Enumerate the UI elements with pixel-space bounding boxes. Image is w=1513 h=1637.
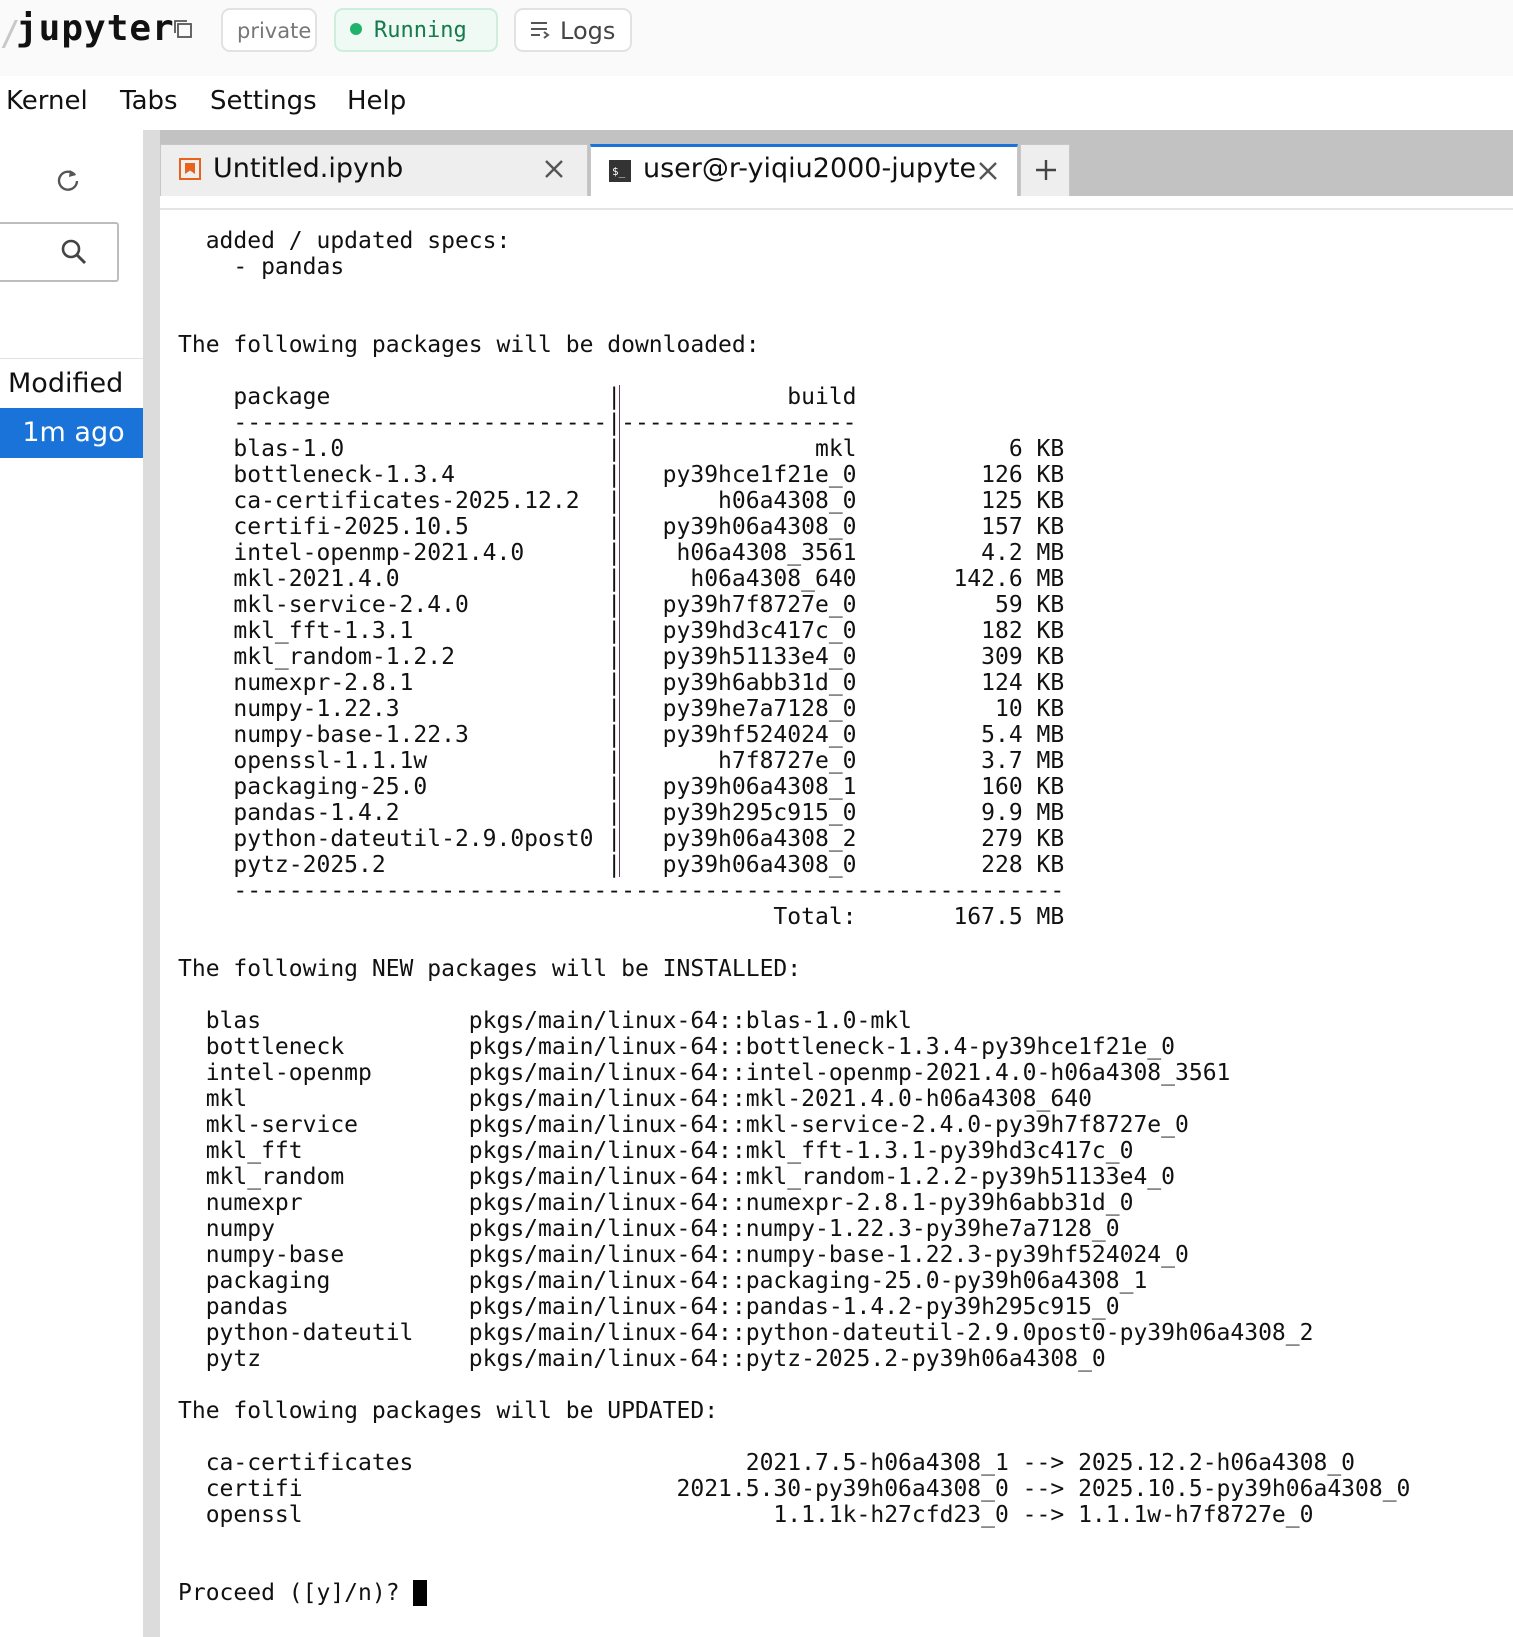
terminal-line: numexpr pkgs/main/linux-64::numexpr-2.8.… — [178, 1190, 1134, 1216]
close-icon[interactable] — [543, 158, 565, 180]
terminal-line: package | build — [178, 384, 857, 410]
terminal-line: Total: 167.5 MB — [178, 904, 1065, 930]
terminal-line: pytz-2025.2 | py39h06a4308_0 228 KB — [178, 852, 1065, 878]
terminal-prompt: Proceed ([y]/n)? — [178, 1580, 414, 1606]
app-title[interactable]: jupyter — [16, 8, 175, 49]
file-browser-sidebar: Modified 1m ago — [0, 130, 143, 1637]
terminal-line: mkl_random-1.2.2 | py39h51133e4_0 309 KB — [178, 644, 1065, 670]
terminal-line: mkl-service-2.4.0 | py39h7f8727e_0 59 KB — [178, 592, 1065, 618]
terminal-line: intel-openmp-2021.4.0 | h06a4308_3561 4.… — [178, 540, 1065, 566]
terminal-line: The following packages will be UPDATED: — [178, 1398, 719, 1424]
status-dot-icon — [350, 23, 362, 35]
terminal-line: packaging pkgs/main/linux-64::packaging-… — [178, 1268, 1148, 1294]
terminal-line: mkl pkgs/main/linux-64::mkl-2021.4.0-h06… — [178, 1086, 1092, 1112]
visibility-badge-label: private — [237, 19, 312, 43]
search-icon — [61, 239, 87, 265]
table-column-divider — [619, 385, 620, 877]
menu-bar: Kernel Tabs Settings Help — [0, 76, 1513, 130]
terminal-line: The following NEW packages will be INSTA… — [178, 956, 802, 982]
menu-kernel[interactable]: Kernel — [6, 86, 88, 116]
terminal-line: intel-openmp pkgs/main/linux-64::intel-o… — [178, 1060, 1231, 1086]
notebook-icon — [179, 158, 201, 180]
terminal-cursor — [413, 1580, 428, 1606]
terminal-line: mkl_fft-1.3.1 | py39hd3c417c_0 182 KB — [178, 618, 1065, 644]
new-tab-button[interactable] — [1020, 144, 1070, 196]
terminal-line: mkl_fft pkgs/main/linux-64::mkl_fft-1.3.… — [178, 1138, 1134, 1164]
terminal-line: numpy-1.22.3 | py39he7a7128_0 10 KB — [178, 696, 1065, 722]
terminal-line: numpy-base pkgs/main/linux-64::numpy-bas… — [178, 1242, 1189, 1268]
terminal-line: bottleneck-1.3.4 | py39hce1f21e_0 126 KB — [178, 462, 1065, 488]
terminal-line: bottleneck pkgs/main/linux-64::bottlenec… — [178, 1034, 1175, 1060]
close-icon[interactable] — [977, 160, 999, 182]
status-badge-label: Running — [374, 18, 467, 43]
terminal-line: packaging-25.0 | py39h06a4308_1 160 KB — [178, 774, 1065, 800]
copy-icon[interactable] — [172, 18, 194, 40]
status-badge: Running — [334, 8, 498, 52]
menu-tabs[interactable]: Tabs — [120, 86, 178, 116]
refresh-icon[interactable] — [54, 166, 82, 194]
terminal-line: The following packages will be downloade… — [178, 332, 760, 358]
terminal-line: ca-certificates 2021.7.5-h06a4308_1 --> … — [178, 1450, 1356, 1476]
file-search-input[interactable] — [0, 222, 119, 282]
terminal-line: added / updated specs: — [178, 228, 511, 254]
svg-text:$_: $_ — [612, 165, 626, 178]
logs-button[interactable]: Logs — [514, 8, 632, 52]
terminal-line: openssl-1.1.1w | h7f8727e_0 3.7 MB — [178, 748, 1065, 774]
menu-settings[interactable]: Settings — [210, 86, 317, 116]
terminal-line: python-dateutil pkgs/main/linux-64::pyth… — [178, 1320, 1314, 1346]
terminal-output: added / updated specs: - pandas The foll… — [178, 228, 1410, 1606]
logs-button-label: Logs — [560, 17, 616, 45]
terminal-line: pytz pkgs/main/linux-64::pytz-2025.2-py3… — [178, 1346, 1106, 1372]
terminal-line: - pandas — [178, 254, 345, 280]
tab-terminal-label: user@r-yiqiu2000-jupyter- — [643, 153, 975, 184]
terminal-line: blas-1.0 | mkl 6 KB — [178, 436, 1065, 462]
terminal-line: mkl-service pkgs/main/linux-64::mkl-serv… — [178, 1112, 1189, 1138]
terminal-line: pandas-1.4.2 | py39h295c915_0 9.9 MB — [178, 800, 1065, 826]
tab-notebook[interactable]: Untitled.ipynb — [160, 144, 588, 196]
terminal-line: numexpr-2.8.1 | py39h6abb31d_0 124 KB — [178, 670, 1065, 696]
terminal-line: certifi 2021.5.30-py39h06a4308_0 --> 202… — [178, 1476, 1411, 1502]
menu-help[interactable]: Help — [347, 86, 406, 116]
terminal-line: python-dateutil-2.9.0post0 | py39h06a430… — [178, 826, 1065, 852]
terminal-line: pandas pkgs/main/linux-64::pandas-1.4.2-… — [178, 1294, 1120, 1320]
terminal-line: ca-certificates-2025.12.2 | h06a4308_0 1… — [178, 488, 1065, 514]
terminal-line: numpy-base-1.22.3 | py39hf524024_0 5.4 M… — [178, 722, 1065, 748]
terminal-line: mkl_random pkgs/main/linux-64::mkl_rando… — [178, 1164, 1175, 1190]
terminal-line: openssl 1.1.1k-h27cfd23_0 --> 1.1.1w-h7f… — [178, 1502, 1314, 1528]
plus-icon — [1036, 160, 1056, 180]
terminal-panel[interactable]: added / updated specs: - pandas The foll… — [160, 210, 1513, 1637]
file-modified-time[interactable]: 1m ago — [0, 408, 143, 458]
terminal-line: certifi-2025.10.5 | py39h06a4308_0 157 K… — [178, 514, 1065, 540]
logs-icon — [531, 22, 550, 39]
terminal-line: mkl-2021.4.0 | h06a4308_640 142.6 MB — [178, 566, 1065, 592]
tab-bar: Untitled.ipynb $_ user@r-yiqiu2000-jupyt… — [160, 130, 1513, 196]
terminal-line: blas pkgs/main/linux-64::blas-1.0-mkl — [178, 1008, 912, 1034]
sidebar-divider — [0, 358, 143, 359]
terminal-line: ---------------------------|------------… — [178, 410, 857, 436]
visibility-badge: private — [221, 8, 317, 52]
terminal-icon: $_ — [609, 160, 631, 182]
terminal-line: ----------------------------------------… — [178, 878, 1065, 904]
panel-splitter[interactable] — [143, 130, 160, 1637]
tab-terminal[interactable]: $_ user@r-yiqiu2000-jupyter- — [590, 144, 1018, 196]
tab-notebook-label: Untitled.ipynb — [213, 153, 404, 184]
modified-column-header[interactable]: Modified — [8, 368, 123, 399]
top-header: / jupyter private Running Logs — [0, 0, 1513, 77]
terminal-line: numpy pkgs/main/linux-64::numpy-1.22.3-p… — [178, 1216, 1120, 1242]
